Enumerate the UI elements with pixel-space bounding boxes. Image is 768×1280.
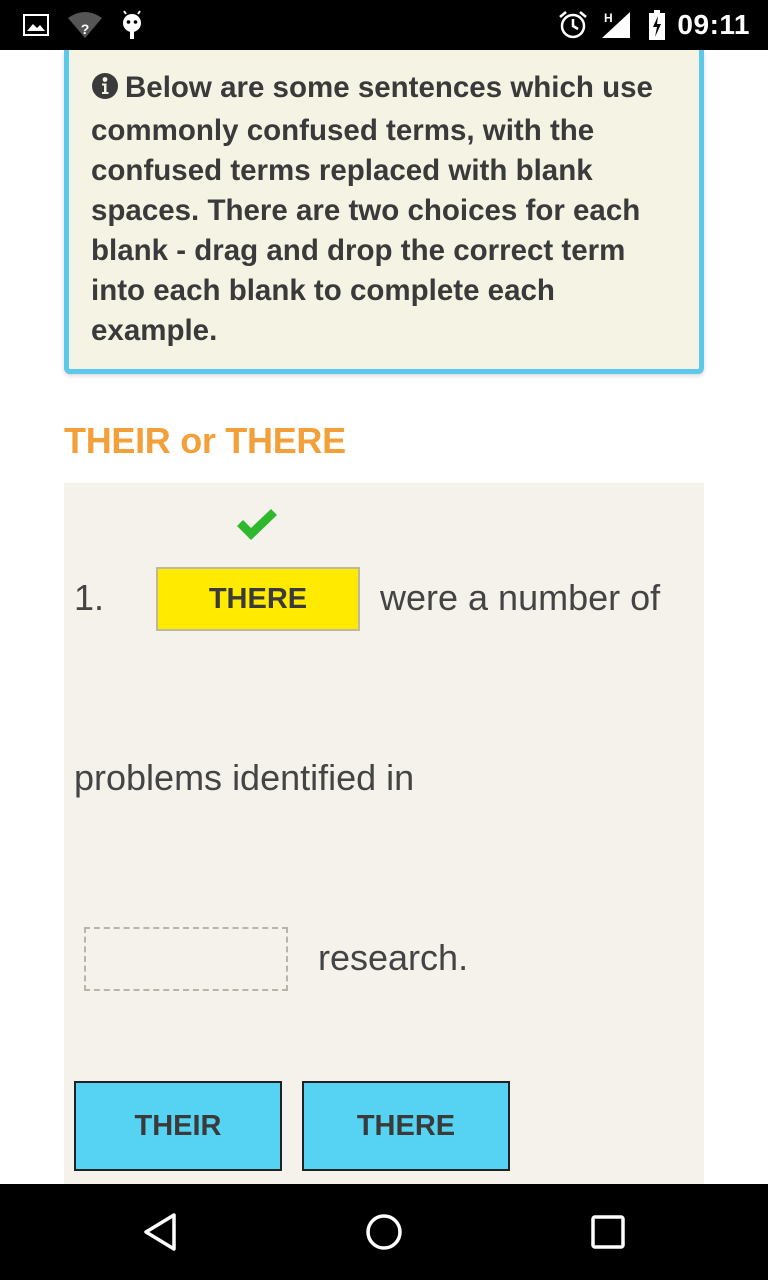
sentence-text: research. [318,937,469,978]
choice-there-button[interactable]: THERE [302,1081,510,1171]
svg-text:?: ? [81,21,90,37]
recents-icon[interactable] [568,1184,648,1280]
checkmark-icon [234,507,280,548]
question-number: 1. [74,577,105,618]
android-debug-icon [118,0,146,50]
instructions-text: Below are some sentences which use commo… [91,71,653,347]
signal-h-icon: H [596,0,632,50]
battery-charging-icon [646,0,668,50]
wifi-unknown-icon: ? [66,0,104,50]
back-icon[interactable] [120,1184,200,1280]
svg-text:H: H [604,11,613,25]
choice-their-button[interactable]: THEIR [74,1081,282,1171]
exercise-panel: 1. THERE were a number of problems ident… [64,483,704,1184]
app-screen: ? H 09:11 Below are some sentences which… [0,0,768,1280]
gallery-icon [22,0,50,50]
sentence-text: were a number of [380,577,661,618]
status-bar: ? H 09:11 [0,0,768,50]
sentence-text: problems identified in [74,757,415,798]
alarm-icon [556,0,590,50]
navigation-bar [0,1184,768,1280]
instructions-box: Below are some sentences which use commo… [64,50,704,374]
section-heading: THEIR or THERE [64,420,346,461]
answer-blank-2[interactable] [84,927,288,991]
home-icon[interactable] [344,1184,424,1280]
clock: 09:11 [677,9,750,40]
answer-blank-1[interactable]: THERE [156,567,360,631]
info-circle-icon [91,71,119,111]
